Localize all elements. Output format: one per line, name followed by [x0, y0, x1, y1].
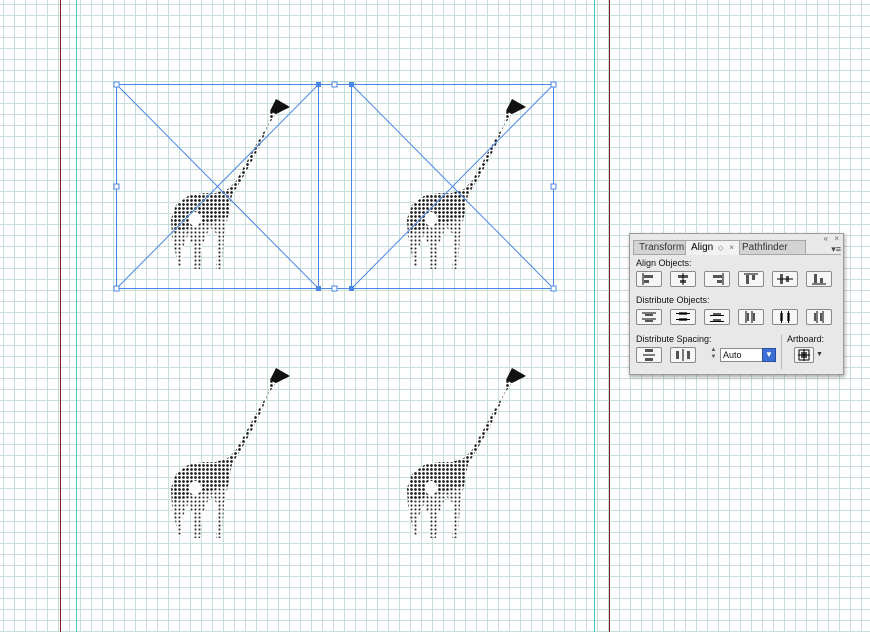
tab-pathfinder[interactable]: Pathfinder — [736, 240, 806, 254]
align-horizontal-center-button[interactable] — [670, 271, 696, 287]
distribute-vertical-center-button[interactable] — [670, 309, 696, 325]
distribute-bottom-button[interactable] — [704, 309, 730, 325]
align-to-artboard-icon — [798, 349, 810, 361]
selection-bounding-box[interactable] — [116, 84, 554, 289]
tab-chevron-icon: ◇ — [718, 245, 724, 252]
align-right-icon — [713, 273, 724, 285]
align-top-button[interactable] — [738, 271, 764, 287]
align-to-artboard-button[interactable] — [794, 347, 814, 363]
distribute-left-icon — [745, 311, 755, 323]
vertical-distribute-space-icon — [643, 349, 655, 361]
align-objects-label: Align Objects: — [636, 258, 692, 268]
distribute-top-button[interactable] — [636, 309, 662, 325]
panel-tab-bar: Transform Pathfinder Align ◇ × — [633, 240, 841, 255]
tab-align-label: Align — [691, 242, 714, 253]
selection-frame-right[interactable] — [351, 84, 554, 289]
align-top-icon — [744, 273, 758, 284]
giraffe-bottom-left[interactable] — [171, 368, 290, 538]
giraffe-top-right[interactable] — [407, 99, 526, 269]
distribute-top-icon — [642, 312, 656, 322]
distribute-left-button[interactable] — [738, 309, 764, 325]
giraffe-top-left[interactable] — [171, 99, 290, 269]
horizontal-distribute-space-button[interactable] — [670, 347, 696, 363]
spacing-stepper[interactable]: ▲ ▼ — [707, 347, 720, 363]
distribute-objects-label: Distribute Objects: — [636, 295, 710, 305]
tab-pathfinder-label: Pathfinder — [742, 242, 788, 253]
align-vertical-center-icon — [777, 274, 793, 284]
artboard-label: Artboard: — [787, 334, 825, 344]
panel-menu-icon[interactable]: ▾≡ — [831, 244, 841, 255]
tab-close-icon[interactable]: × — [729, 243, 734, 252]
align-right-button[interactable] — [704, 271, 730, 287]
distribute-horizontal-center-button[interactable] — [772, 309, 798, 325]
distribute-right-button[interactable] — [806, 309, 832, 325]
giraffe-bottom-right[interactable] — [407, 368, 526, 538]
spacing-input[interactable]: Auto — [720, 348, 766, 362]
align-panel: « × Transform Pathfinder Align ◇ × ▾≡ Al… — [629, 233, 844, 375]
distribute-vertical-center-icon — [676, 312, 690, 321]
align-bottom-button[interactable] — [806, 271, 832, 287]
align-left-button[interactable] — [636, 271, 662, 287]
distribute-horizontal-center-icon — [780, 311, 790, 323]
anchor-points — [316, 82, 354, 291]
distribute-spacing-label: Distribute Spacing: — [636, 334, 712, 344]
spacing-dropdown-icon[interactable]: ▼ — [762, 348, 776, 362]
artboard-dropdown-icon[interactable]: ▼ — [816, 351, 823, 358]
align-left-icon — [642, 273, 653, 285]
align-vertical-center-button[interactable] — [772, 271, 798, 287]
align-horizontal-center-icon — [678, 273, 688, 285]
section-divider — [781, 335, 782, 369]
tab-transform-label: Transform — [639, 242, 685, 253]
tab-align[interactable]: Align ◇ × — [685, 240, 740, 255]
vertical-distribute-space-button[interactable] — [636, 347, 662, 363]
distribute-right-icon — [814, 311, 824, 323]
horizontal-distribute-space-icon — [676, 349, 690, 361]
distribute-bottom-icon — [710, 313, 724, 322]
align-bottom-icon — [812, 274, 826, 285]
